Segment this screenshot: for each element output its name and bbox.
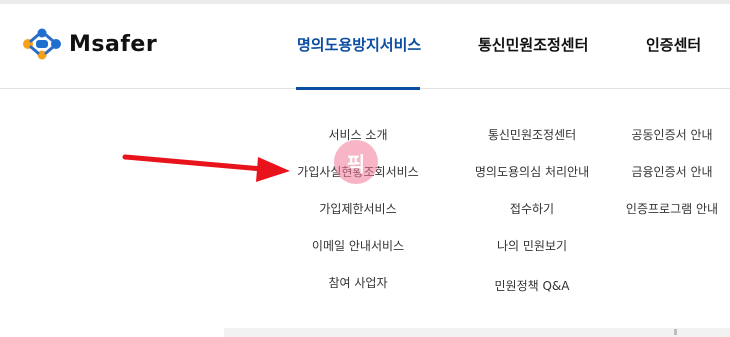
content-divider <box>224 328 730 337</box>
watermark-badge: 픽 <box>334 140 378 184</box>
scroll-marker <box>674 329 677 335</box>
